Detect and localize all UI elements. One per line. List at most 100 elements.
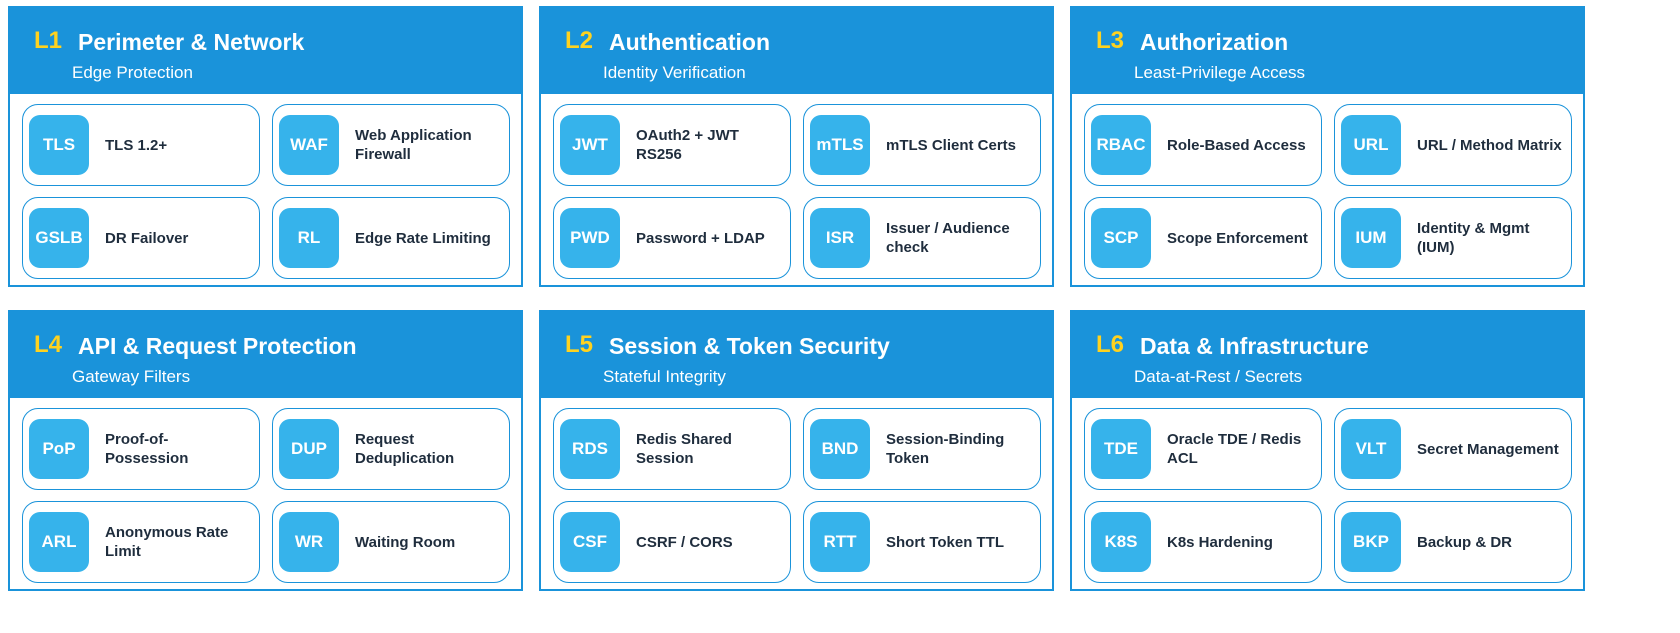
control-card-arl: ARL Anonymous Rate Limit: [22, 501, 260, 583]
control-card-bnd: BND Session-Binding Token: [803, 408, 1041, 490]
control-label: Secret Management: [1417, 440, 1559, 458]
control-label: Session-Binding Token: [886, 431, 1005, 467]
control-label: Short Token TTL: [886, 533, 1005, 551]
control-label: Identity & Mgmt (IUM): [1417, 220, 1530, 256]
layer-title: Authorization: [1140, 29, 1289, 55]
layer-subtitle: Gateway Filters: [72, 367, 191, 386]
control-badge: DUP: [279, 419, 339, 479]
control-card-csf: CSF CSRF / CORS: [553, 501, 791, 583]
control-label: Password + LDAP: [636, 229, 765, 247]
control-badge: VLT: [1341, 419, 1401, 479]
control-card-rl: RL Edge Rate Limiting: [272, 197, 510, 279]
control-label: Request Deduplication: [355, 431, 455, 467]
control-badge: RDS: [560, 419, 620, 479]
control-label: URL / Method Matrix: [1417, 136, 1562, 154]
control-badge: BND: [810, 419, 870, 479]
control-card-ium: IUM Identity & Mgmt (IUM): [1334, 197, 1572, 279]
control-badge: mTLS: [810, 115, 870, 175]
control-label: K8s Hardening: [1167, 533, 1273, 551]
control-badge: CSF: [560, 512, 620, 572]
control-badge: TLS: [29, 115, 89, 175]
control-card-mtls: mTLS mTLS Client Certs: [803, 104, 1041, 186]
layer-subtitle: Least-Privilege Access: [1134, 63, 1306, 82]
layer-subtitle: Edge Protection: [72, 63, 193, 82]
control-label: Redis Shared Session: [636, 431, 732, 467]
layer-id: L5: [565, 331, 594, 358]
control-card-rbac: RBAC Role-Based Access: [1084, 104, 1322, 186]
control-card-waf: WAF Web Application Firewall: [272, 104, 510, 186]
layer-id: L2: [565, 27, 594, 54]
layer-title: Perimeter & Network: [78, 29, 305, 55]
control-badge: PWD: [560, 208, 620, 268]
layer-id: L6: [1096, 331, 1125, 358]
layer-header: L6 Data & Infrastructure Data-at-Rest / …: [1072, 312, 1583, 398]
control-label: CSRF / CORS: [636, 533, 733, 551]
control-card-isr: ISR Issuer / Audience check: [803, 197, 1041, 279]
control-badge: RL: [279, 208, 339, 268]
control-label: Oracle TDE / Redis ACL: [1167, 431, 1302, 467]
control-label: TLS 1.2+: [105, 136, 168, 154]
control-card-bkp: BKP Backup & DR: [1334, 501, 1572, 583]
control-card-pwd: PWD Password + LDAP: [553, 197, 791, 279]
control-label: OAuth2 + JWT RS256: [636, 127, 739, 163]
layer-subtitle: Data-at-Rest / Secrets: [1134, 367, 1303, 386]
layer-id: L1: [34, 27, 63, 54]
control-card-k8s: K8S K8s Hardening: [1084, 501, 1322, 583]
layer-subtitle: Identity Verification: [603, 63, 746, 82]
control-badge: RBAC: [1091, 115, 1151, 175]
control-card-pop: PoP Proof-of-Possession: [22, 408, 260, 490]
control-card-wr: WR Waiting Room: [272, 501, 510, 583]
control-badge: IUM: [1341, 208, 1401, 268]
control-label: mTLS Client Certs: [886, 136, 1017, 154]
layer-subtitle: Stateful Integrity: [603, 367, 726, 386]
layer-card-l3: L3 Authorization Least-Privilege Access …: [1070, 6, 1585, 287]
control-badge: BKP: [1341, 512, 1401, 572]
layer-header: L4 API & Request Protection Gateway Filt…: [10, 312, 521, 398]
layer-card-l4: L4 API & Request Protection Gateway Filt…: [8, 310, 523, 591]
control-card-vlt: VLT Secret Management: [1334, 408, 1572, 490]
layer-title: API & Request Protection: [78, 333, 357, 359]
layer-id: L3: [1096, 27, 1125, 54]
layer-title: Session & Token Security: [609, 333, 890, 359]
control-card-jwt: JWT OAuth2 + JWT RS256: [553, 104, 791, 186]
control-label: Proof-of-Possession: [105, 431, 189, 467]
control-badge: WR: [279, 512, 339, 572]
layer-id: L4: [34, 331, 63, 358]
control-card-tls: TLS TLS 1.2+: [22, 104, 260, 186]
layer-header: L2 Authentication Identity Verification: [541, 8, 1052, 94]
layer-title: Authentication: [609, 29, 770, 55]
control-card-dup: DUP Request Deduplication: [272, 408, 510, 490]
control-badge: SCP: [1091, 208, 1151, 268]
control-card-rds: RDS Redis Shared Session: [553, 408, 791, 490]
control-badge: ISR: [810, 208, 870, 268]
layer-header: L3 Authorization Least-Privilege Access: [1072, 8, 1583, 94]
control-badge: K8S: [1091, 512, 1151, 572]
layer-card-l6: L6 Data & Infrastructure Data-at-Rest / …: [1070, 310, 1585, 591]
layer-card-l2: L2 Authentication Identity Verification …: [539, 6, 1054, 287]
layer-title: Data & Infrastructure: [1140, 333, 1369, 359]
control-badge: PoP: [29, 419, 89, 479]
layer-card-l5: L5 Session & Token Security Stateful Int…: [539, 310, 1054, 591]
control-card-tde: TDE Oracle TDE / Redis ACL: [1084, 408, 1322, 490]
control-label: Scope Enforcement: [1167, 229, 1308, 247]
control-badge: URL: [1341, 115, 1401, 175]
control-label: Anonymous Rate Limit: [105, 524, 229, 560]
control-badge: ARL: [29, 512, 89, 572]
layer-header: L1 Perimeter & Network Edge Protection: [10, 8, 521, 94]
control-badge: TDE: [1091, 419, 1151, 479]
control-card-gslb: GSLB DR Failover: [22, 197, 260, 279]
control-label: Web Application Firewall: [355, 127, 472, 163]
control-label: Edge Rate Limiting: [355, 229, 491, 247]
control-label: DR Failover: [105, 229, 189, 247]
control-card-rtt: RTT Short Token TTL: [803, 501, 1041, 583]
layer-card-l1: L1 Perimeter & Network Edge Protection T…: [8, 6, 523, 287]
control-label: Issuer / Audience check: [886, 220, 1010, 256]
control-label: Role-Based Access: [1167, 136, 1306, 154]
control-badge: RTT: [810, 512, 870, 572]
layer-header: L5 Session & Token Security Stateful Int…: [541, 312, 1052, 398]
control-label: Waiting Room: [355, 533, 456, 551]
control-badge: JWT: [560, 115, 620, 175]
control-badge: GSLB: [29, 208, 89, 268]
control-label: Backup & DR: [1417, 533, 1513, 551]
control-badge: WAF: [279, 115, 339, 175]
